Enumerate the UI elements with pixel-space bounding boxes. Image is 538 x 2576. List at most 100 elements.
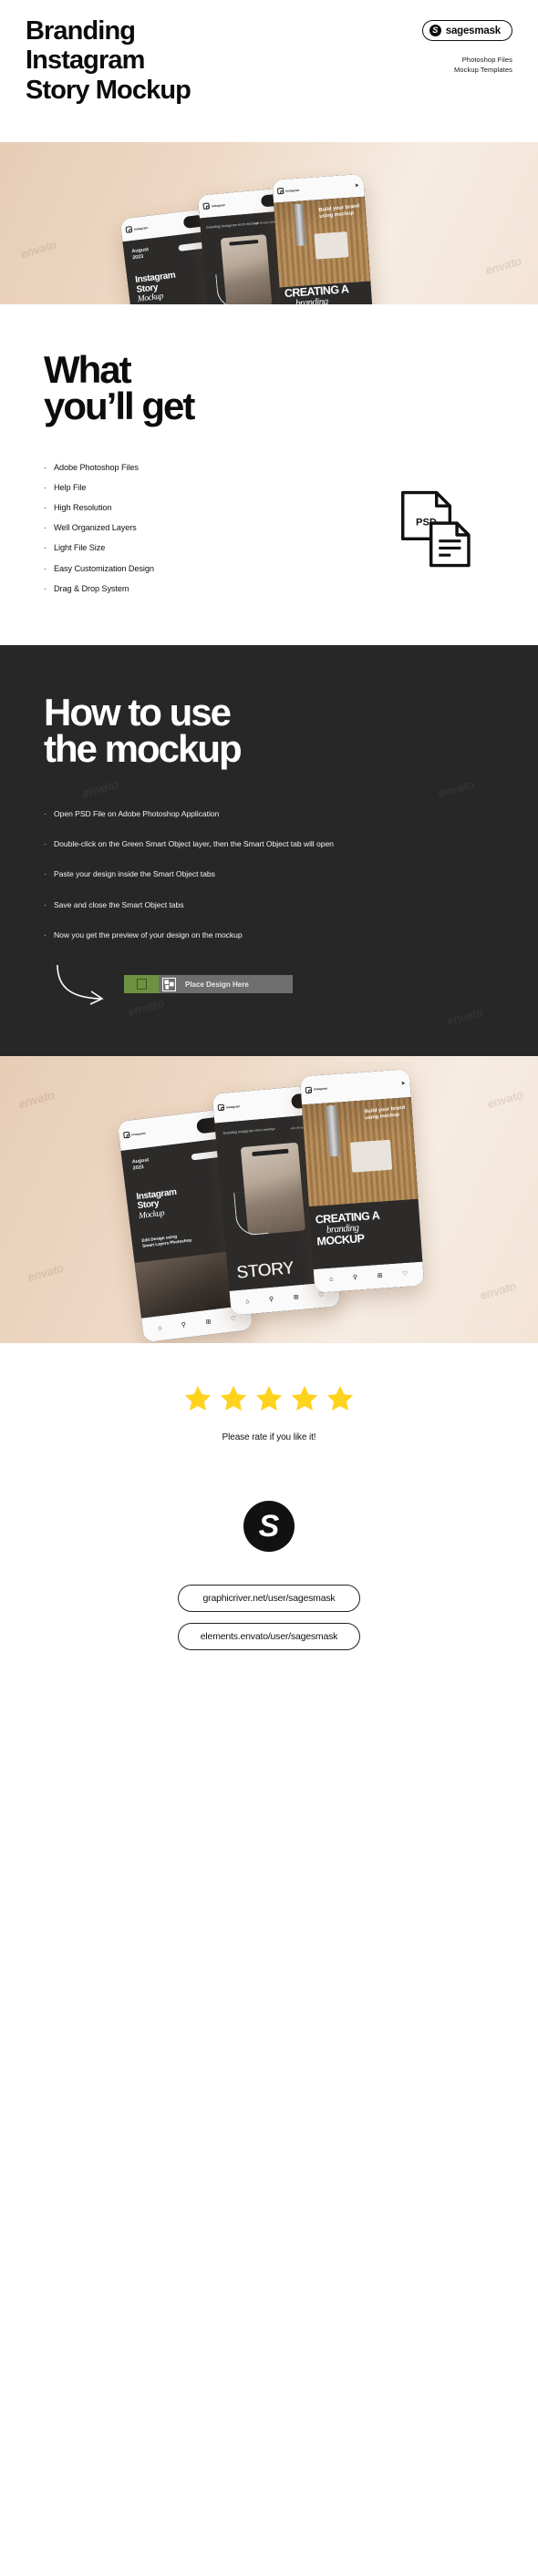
brand-logo-icon: S [429, 25, 441, 36]
what-you-get-title: What you’ll get [44, 348, 494, 426]
pointer-arrow-icon [57, 965, 104, 1005]
instagram-logo-icon: instagram [123, 1130, 146, 1140]
home-icon[interactable]: ⌂ [158, 1325, 162, 1331]
list-item: · Open PSD File on Adobe Photoshop Applic… [44, 808, 494, 820]
header-brand-area: S sagesmask Photoshop Files Mockup Templ… [421, 20, 512, 76]
how-to-use-title-line-2: the mockup [44, 727, 243, 771]
story-date: August 2023 [131, 247, 150, 262]
instagram-logo-icon: instagram [217, 1103, 241, 1112]
heart-icon[interactable]: ♡ [318, 1292, 325, 1299]
envato-watermark: envato [18, 237, 58, 262]
envato-watermark: envato [26, 1260, 66, 1285]
curved-arrow-icon [233, 1189, 269, 1237]
envato-watermark: envato [485, 1087, 525, 1112]
bullet-icon: · [44, 583, 47, 593]
bullet-icon: · [44, 838, 47, 848]
green-smart-object-swatch[interactable] [124, 975, 159, 994]
search-icon[interactable]: ⚲ [353, 1275, 358, 1281]
star-icon[interactable] [253, 1383, 285, 1414]
heart-icon[interactable]: ♡ [402, 1271, 409, 1278]
header-subtitle-line-1: Photoshop Files [461, 56, 512, 64]
instagram-logo-icon: instagram [305, 1086, 328, 1094]
page-header: Branding Instagram Story Mockup S sagesm… [0, 0, 538, 142]
envato-watermark: envato [80, 776, 120, 801]
bullet-icon: · [44, 899, 47, 909]
link-envato-elements[interactable]: elements.envato/user/sagesmask [178, 1623, 360, 1651]
how-to-use-steps: · Open PSD File on Adobe Photoshop Applic… [44, 808, 494, 942]
story-big-caption: CREATING A branding MOCKUP [315, 1209, 380, 1248]
star-icon[interactable] [218, 1383, 249, 1414]
envato-watermark: envato [16, 1087, 57, 1112]
star-rating[interactable] [0, 1383, 538, 1414]
smart-object-thumbnail-icon [159, 975, 179, 994]
what-you-get-section: What you’ll get · Adobe Photoshop Files ·… [0, 304, 538, 646]
rate-caption: Please rate if you like it! [222, 1432, 316, 1443]
bullet-icon: · [44, 503, 47, 513]
list-item: · Double-click on the Green Smart Object … [44, 838, 494, 850]
phone-mockup-group-top: instagram August 2023 Instagram Story Mo… [114, 173, 424, 304]
bullet-icon: · [44, 543, 47, 553]
psd-file-icon: PSD [401, 490, 471, 568]
list-item: · Drag & Drop System [44, 583, 129, 593]
story-handwritten-note-left: branding instagram story mockup [222, 1126, 275, 1136]
header-subtitle: Photoshop Files Mockup Templates [422, 56, 512, 76]
envato-watermark: envato [483, 253, 523, 278]
phone-mockup-group-bottom: instagram August 2023 Instagram Story Mo… [114, 1069, 425, 1343]
photoshop-layer-row[interactable]: Place Design Here [124, 975, 293, 994]
story-big-caption: CREATING A branding MOCKUP [284, 282, 349, 304]
bullet-icon: · [44, 563, 47, 573]
bullet-icon: · [44, 462, 47, 472]
story-subtext: Edit Design using Smart Layers Photoshop [141, 1234, 192, 1249]
smart-object-layer-demo: Place Design Here [44, 961, 494, 1007]
heart-icon[interactable]: ♡ [230, 1316, 236, 1323]
smart-object-glyph-icon [163, 980, 174, 990]
brand-badge[interactable]: S sagesmask [421, 20, 512, 41]
story-date: August 2023 [131, 1157, 150, 1172]
link-graphicriver[interactable]: graphicriver.net/user/sagesmask [178, 1585, 360, 1613]
story-headline: Instagram Story Mockup [134, 270, 176, 304]
rating-section: Please rate if you like it! S graphicriv… [0, 1343, 538, 1651]
instagram-logo-icon: instagram [276, 187, 300, 195]
instagram-logo-icon: instagram [125, 224, 149, 234]
bullet-icon: · [44, 929, 47, 939]
star-icon[interactable] [325, 1383, 356, 1414]
phone-mockup-3: instagram ➤ Build your brand using mocku… [272, 173, 376, 304]
how-to-use-title: How to use the mockup [44, 691, 494, 771]
hero-image-top: instagram August 2023 Instagram Story Mo… [0, 142, 538, 304]
list-item: · Now you get the preview of your design … [44, 929, 494, 941]
layer-name-label: Place Design Here [185, 980, 249, 989]
bullet-icon: · [44, 869, 47, 879]
story-headline: Instagram Story Mockup [135, 1187, 178, 1222]
bullet-icon: · [44, 808, 47, 818]
bullet-icon: · [44, 482, 47, 492]
how-to-use-title-line-1: How to use [44, 691, 232, 734]
phone-mockup-3: instagram ➤ Build your brand using mocku… [299, 1069, 425, 1294]
add-post-icon[interactable]: ⊞ [205, 1319, 212, 1327]
header-subtitle-line-2: Mockup Templates [454, 65, 512, 74]
send-icon: ➤ [400, 1081, 406, 1087]
instagram-logo-icon: instagram [202, 201, 225, 210]
profile-links: graphicriver.net/user/sagesmask elements… [0, 1585, 538, 1651]
how-to-use-section: How to use the mockup · Open PSD File on … [0, 645, 538, 1057]
add-post-icon[interactable]: ⊞ [378, 1273, 383, 1279]
list-item: · Save and close the Smart Object tabs [44, 899, 494, 911]
list-item: · Adobe Photoshop Files [44, 462, 139, 472]
story-screen-3: Build your brand using mockup CREATING A… [302, 1097, 423, 1270]
add-post-icon[interactable]: ⊞ [294, 1295, 299, 1301]
search-icon[interactable]: ⚲ [181, 1322, 187, 1329]
envato-watermark: envato [478, 1278, 518, 1303]
hero-image-bottom: instagram August 2023 Instagram Story Mo… [0, 1056, 538, 1344]
envato-watermark: envato [436, 776, 476, 801]
send-icon: ➤ [354, 183, 360, 190]
what-you-get-title-line-1: What [44, 348, 132, 391]
curved-arrow-icon [214, 272, 243, 304]
star-icon[interactable] [289, 1383, 320, 1414]
home-icon[interactable]: ⌂ [245, 1298, 250, 1305]
bullet-icon: · [44, 523, 47, 533]
star-icon[interactable] [182, 1383, 213, 1414]
home-icon[interactable]: ⌂ [329, 1277, 334, 1283]
search-icon[interactable]: ⚲ [269, 1297, 274, 1303]
avatar: S [243, 1501, 295, 1553]
brand-name-label: sagesmask [445, 25, 501, 36]
envato-watermark: envato [445, 1004, 485, 1029]
